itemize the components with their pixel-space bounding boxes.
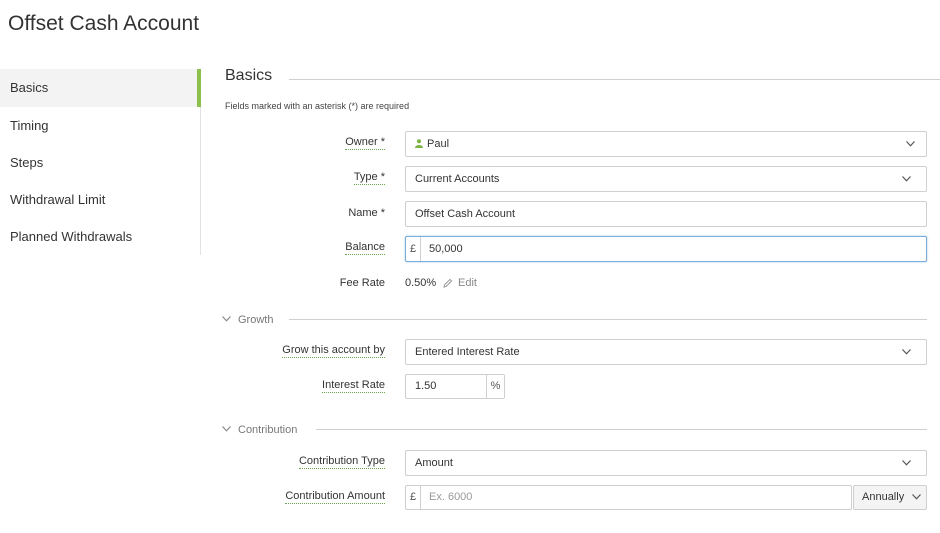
balance-input[interactable]: £ 50,000 (405, 236, 927, 262)
pencil-icon (443, 278, 453, 291)
owner-value: Paul (427, 138, 450, 150)
chevron-down-icon (912, 494, 921, 502)
chevron-down-icon (906, 141, 915, 149)
type-select[interactable]: Current Accounts (405, 166, 927, 192)
contribution-type-value: Amount (415, 457, 453, 469)
name-label: Name * (348, 207, 385, 219)
growth-group-toggle[interactable]: Growth (222, 313, 273, 326)
chevron-down-icon (902, 460, 911, 468)
contribution-amount-placeholder: Ex. 6000 (429, 491, 473, 503)
contribution-frequency-value: Annually (862, 491, 905, 503)
name-value: Offset Cash Account (415, 208, 516, 220)
chevron-down-icon (222, 313, 231, 325)
currency-prefix: £ (406, 486, 421, 509)
currency-prefix: £ (406, 237, 421, 261)
sidebar-item-steps[interactable]: Steps (0, 144, 200, 181)
contribution-type-label: Contribution Type (298, 455, 385, 469)
balance-label: Balance (345, 241, 385, 255)
type-label: Type * (353, 171, 385, 185)
name-input[interactable]: Offset Cash Account (405, 201, 927, 227)
contribution-frequency-select[interactable]: Annually (853, 485, 927, 510)
chevron-down-icon (222, 423, 231, 435)
page-title: Offset Cash Account (8, 12, 200, 35)
interest-rate-input[interactable]: 1.50 % (405, 374, 505, 399)
sidebar-item-timing[interactable]: Timing (0, 107, 200, 144)
contribution-amount-label: Contribution Amount (285, 490, 385, 504)
fee-rate-edit-label: Edit (458, 277, 477, 289)
sidebar-nav: Basics Timing Steps Withdrawal Limit Pla… (0, 69, 201, 255)
contribution-divider (316, 429, 927, 430)
section-title: Basics (225, 67, 273, 84)
chevron-down-icon (902, 176, 911, 184)
percent-suffix: % (486, 375, 504, 398)
balance-value: 50,000 (429, 243, 463, 255)
contribution-amount-input[interactable]: £ Ex. 6000 (405, 485, 852, 510)
contribution-group-toggle[interactable]: Contribution (222, 423, 297, 436)
contribution-group-title: Contribution (238, 424, 298, 436)
grow-by-select[interactable]: Entered Interest Rate (405, 339, 927, 365)
grow-by-label: Grow this account by (282, 344, 385, 358)
owner-select[interactable]: Paul (405, 131, 927, 157)
interest-rate-value: 1.50 (415, 380, 437, 392)
fee-rate-label: Fee Rate (339, 277, 385, 289)
required-note: Fields marked with an asterisk (*) are r… (225, 101, 410, 111)
fee-rate-value: 0.50% (405, 277, 437, 289)
sidebar-item-basics[interactable]: Basics (0, 69, 201, 107)
chevron-down-icon (902, 349, 911, 357)
growth-group-title: Growth (238, 314, 274, 326)
type-value: Current Accounts (415, 173, 500, 185)
person-icon (415, 133, 423, 157)
contribution-type-select[interactable]: Amount (405, 450, 927, 476)
section-divider (289, 79, 940, 80)
owner-label: Owner * (345, 136, 385, 150)
sidebar-item-withdrawal-limit[interactable]: Withdrawal Limit (0, 181, 200, 218)
fee-rate-edit-link[interactable]: Edit (443, 277, 477, 291)
sidebar-item-planned-withdrawals[interactable]: Planned Withdrawals (0, 218, 200, 255)
grow-by-value: Entered Interest Rate (415, 346, 520, 358)
interest-rate-label: Interest Rate (322, 379, 385, 393)
growth-divider (289, 319, 927, 320)
